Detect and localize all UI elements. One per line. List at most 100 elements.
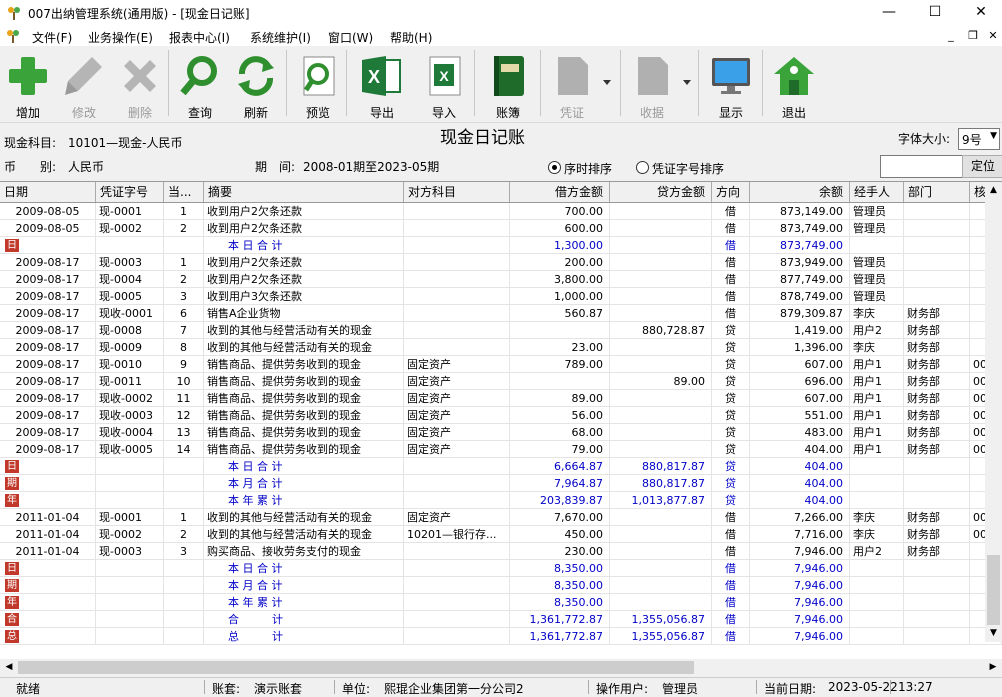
cell-handler: 用户2: [850, 543, 904, 560]
preview-button[interactable]: 预览: [290, 50, 346, 120]
cell-department: [904, 288, 970, 305]
cell-serial: 12: [164, 407, 204, 424]
menu-help[interactable]: 帮助(H): [390, 29, 432, 46]
sort-time-radio[interactable]: [548, 161, 561, 174]
cash-journal-grid[interactable]: 日期 凭证字号 当... 摘要 对方科目 借方金额 贷方金额 方向 余额 经手人…: [0, 181, 1002, 660]
table-row[interactable]: 2009-08-17 现-0011 10 销售商品、提供劳务收到的现金 固定资产 89.0…: [0, 373, 1002, 390]
display-button[interactable]: 显示: [703, 50, 759, 120]
locate-input[interactable]: [880, 155, 966, 178]
cell-summary: 销售商品、提供劳务收到的现金: [204, 441, 404, 458]
cell-summary: 收到的其他与经营活动有关的现金: [204, 322, 404, 339]
cell-summary: 收到用户2欠条还款: [204, 254, 404, 271]
menu-business[interactable]: 业务操作(E): [88, 29, 153, 46]
cell-balance: 404.00: [750, 492, 850, 509]
scroll-down-icon[interactable]: ▼: [985, 625, 1002, 642]
horizontal-scrollbar[interactable]: ◀ ▶: [0, 659, 1002, 676]
summary-row[interactable]: 总 计 1,361,772.87 1,355,056.87 借 7,946.00 总: [0, 628, 1002, 645]
col-debit[interactable]: 借方金额: [510, 182, 610, 202]
table-row[interactable]: 2009-08-17 现收-0005 14 销售商品、提供劳务收到的现金 固定资产 79.…: [0, 441, 1002, 458]
receipt-dropdown-icon[interactable]: [683, 80, 691, 85]
col-department[interactable]: 部门: [904, 182, 970, 202]
cell-serial: 2: [164, 526, 204, 543]
summary-row[interactable]: 本 日 合 计 8,350.00 借 7,946.00 日: [0, 560, 1002, 577]
scroll-right-icon[interactable]: ▶: [986, 659, 1000, 676]
scroll-left-icon[interactable]: ◀: [2, 659, 16, 676]
query-button[interactable]: 查询: [172, 50, 228, 120]
mdi-close-button[interactable]: ✕: [984, 29, 1002, 43]
ledger-button[interactable]: 账簿: [480, 50, 536, 120]
cell-handler: 李庆: [850, 509, 904, 526]
menu-maintenance[interactable]: 系统维护(I): [250, 29, 311, 46]
cell-voucher: 现-0008: [96, 322, 164, 339]
delete-button[interactable]: 删除: [112, 50, 168, 120]
cell-contra: 固定资产: [404, 407, 510, 424]
col-contra[interactable]: 对方科目: [404, 182, 510, 202]
vertical-scroll-thumb[interactable]: [987, 555, 1000, 625]
voucher-dropdown-icon[interactable]: [603, 80, 611, 85]
font-size-select[interactable]: 9号 ▼: [958, 128, 1000, 150]
col-date[interactable]: 日期: [0, 182, 96, 202]
col-credit[interactable]: 贷方金额: [610, 182, 712, 202]
add-button[interactable]: 增加: [0, 50, 56, 120]
currency-label: 币 别:: [4, 160, 57, 174]
export-button[interactable]: X 导出: [354, 50, 410, 120]
scroll-up-icon[interactable]: ▲: [985, 182, 1002, 199]
cell-debit: 89.00: [510, 390, 610, 407]
col-voucher[interactable]: 凭证字号: [96, 182, 164, 202]
mdi-minimize-button[interactable]: _: [942, 29, 960, 43]
cell-direction: 借: [712, 526, 750, 543]
close-button[interactable]: ✕: [958, 0, 1002, 26]
summary-row[interactable]: 本 月 合 计 7,964.87 880,817.87 贷 404.00 期: [0, 475, 1002, 492]
locate-button[interactable]: 定位: [962, 155, 1002, 178]
summary-row[interactable]: 本 日 合 计 1,300.00 借 873,749.00 日: [0, 237, 1002, 254]
minimize-button[interactable]: —: [866, 0, 912, 26]
table-row[interactable]: 2009-08-05 现-0002 2 收到用户2欠条还款 600.00 借 873,749…: [0, 220, 1002, 237]
edit-button[interactable]: 修改: [56, 50, 112, 120]
table-row[interactable]: 2009-08-17 现-0003 1 收到用户2欠条还款 200.00 借 873,949…: [0, 254, 1002, 271]
summary-row[interactable]: 本 年 累 计 203,839.87 1,013,877.87 贷 404.00 年: [0, 492, 1002, 509]
summary-row[interactable]: 合 计 1,361,772.87 1,355,056.87 借 7,946.00 合: [0, 611, 1002, 628]
table-row[interactable]: 2009-08-17 现-0008 7 收到的其他与经营活动有关的现金 880,728.…: [0, 322, 1002, 339]
mdi-restore-button[interactable]: ❐: [964, 29, 982, 43]
summary-row[interactable]: 本 日 合 计 6,664.87 880,817.87 贷 404.00 日: [0, 458, 1002, 475]
horizontal-scroll-thumb[interactable]: [18, 661, 694, 674]
col-direction[interactable]: 方向: [712, 182, 750, 202]
table-row[interactable]: 2009-08-17 现-0009 8 收到的其他与经营活动有关的现金 23.00 贷 1,…: [0, 339, 1002, 356]
summary-row[interactable]: 本 月 合 计 8,350.00 借 7,946.00 期: [0, 577, 1002, 594]
table-row[interactable]: 2009-08-17 现-0010 9 销售商品、提供劳务收到的现金 固定资产 789.0…: [0, 356, 1002, 373]
table-row[interactable]: 2011-01-04 现-0003 3 购买商品、接收劳务支付的现金 230.00 借 7,…: [0, 543, 1002, 560]
col-summary[interactable]: 摘要: [204, 182, 404, 202]
col-handler[interactable]: 经手人: [850, 182, 904, 202]
table-row[interactable]: 2009-08-05 现-0001 1 收到用户2欠条还款 700.00 借 873,149…: [0, 203, 1002, 220]
table-row[interactable]: 2011-01-04 现-0002 2 收到的其他与经营活动有关的现金 10201—银行…: [0, 526, 1002, 543]
receipt-button[interactable]: 收据: [624, 50, 680, 120]
cell-date: 2011-01-04: [0, 526, 96, 543]
menu-window[interactable]: 窗口(W): [328, 29, 373, 46]
menu-file[interactable]: 文件(F): [32, 29, 72, 46]
exit-button[interactable]: 退出: [766, 50, 822, 120]
table-row[interactable]: 2009-08-17 现收-0004 13 销售商品、提供劳务收到的现金 固定资产 68.…: [0, 424, 1002, 441]
table-row[interactable]: 2009-08-17 现-0004 2 收到用户2欠条还款 3,800.00 借 877,7…: [0, 271, 1002, 288]
table-row[interactable]: 2009-08-17 现收-0002 11 销售商品、提供劳务收到的现金 固定资产 89.…: [0, 390, 1002, 407]
cell-serial: [164, 237, 204, 254]
table-row[interactable]: 2011-01-04 现-0001 1 收到的其他与经营活动有关的现金 固定资产 7,67…: [0, 509, 1002, 526]
import-button[interactable]: X 导入: [416, 50, 472, 120]
col-balance[interactable]: 余额: [750, 182, 850, 202]
magnifier-icon: [180, 56, 217, 96]
refresh-button[interactable]: 刷新: [228, 50, 284, 120]
table-row[interactable]: 2009-08-17 现-0005 3 收到用户3欠条还款 1,000.00 借 878,7…: [0, 288, 1002, 305]
cell-summary: 本 年 累 计: [204, 594, 404, 611]
table-row[interactable]: 2009-08-17 现收-0003 12 销售商品、提供劳务收到的现金 固定资产 56.…: [0, 407, 1002, 424]
cell-date: 2009-08-17: [0, 305, 96, 322]
cell-balance: 7,946.00: [750, 628, 850, 645]
sort-voucher-radio[interactable]: [636, 161, 649, 174]
table-row[interactable]: 2009-08-17 现收-0001 6 销售A企业货物 560.87 借 879,309.…: [0, 305, 1002, 322]
cell-credit: [610, 220, 712, 237]
summary-row[interactable]: 本 年 累 计 8,350.00 借 7,946.00 年: [0, 594, 1002, 611]
cell-balance: 404.00: [750, 441, 850, 458]
menu-reports[interactable]: 报表中心(I): [169, 29, 230, 46]
voucher-button[interactable]: 凭证: [544, 50, 600, 120]
vertical-scrollbar[interactable]: ▲ ▼: [985, 182, 1002, 642]
col-serial[interactable]: 当...: [164, 182, 204, 202]
maximize-button[interactable]: ☐: [912, 0, 958, 26]
